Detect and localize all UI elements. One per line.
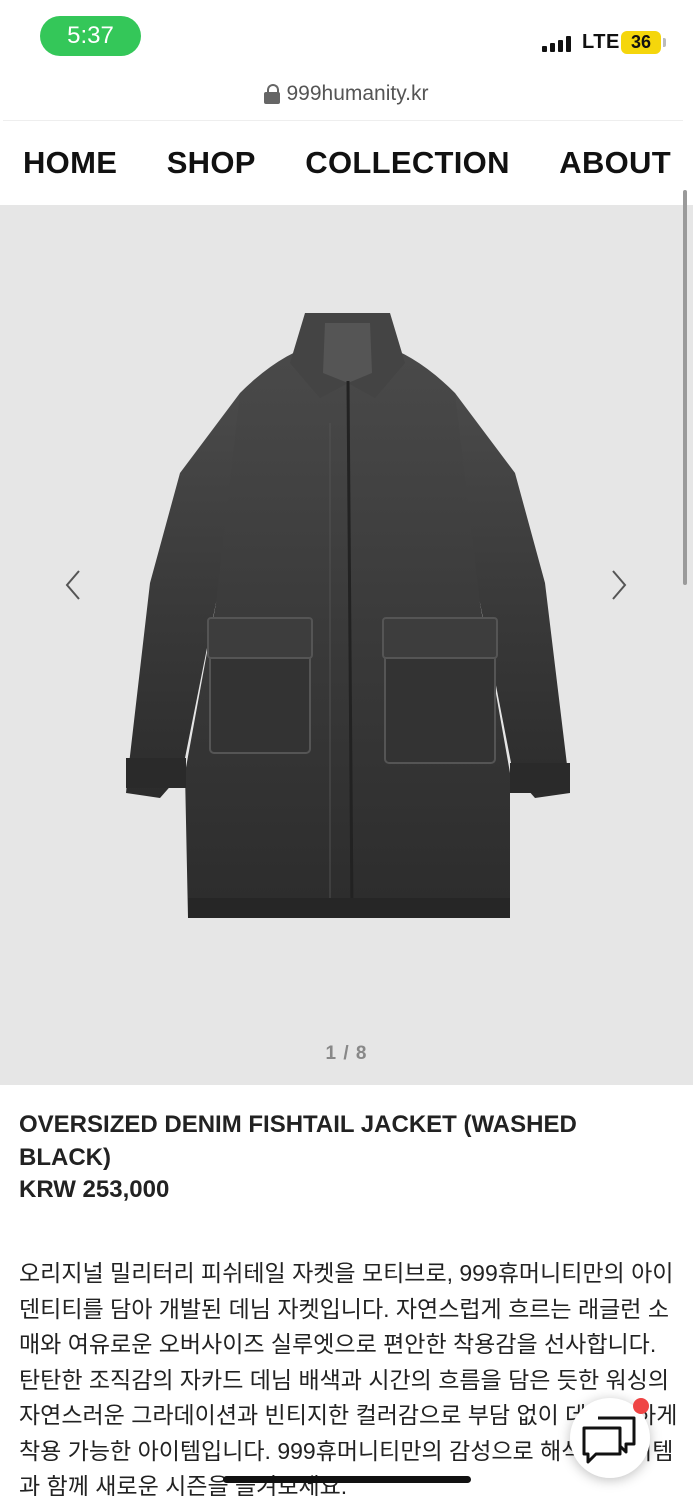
url-text[interactable]: 999humanity.kr (286, 82, 428, 106)
signal-icon (542, 36, 578, 52)
prev-image-button[interactable] (58, 565, 88, 605)
chevron-right-icon (612, 570, 627, 600)
network-label: LTE (582, 31, 620, 53)
product-image (126, 313, 570, 918)
status-time: 5:37 (40, 16, 141, 56)
image-counter: 1 / 8 (325, 1043, 368, 1064)
page-scrollbar[interactable] (683, 190, 687, 585)
lock-icon (264, 84, 281, 104)
nav-about[interactable]: ABOUT (559, 145, 671, 181)
status-bar: 5:37 LTE 36 (0, 0, 693, 74)
battery-icon (663, 38, 666, 47)
main-nav: HOME SHOP COLLECTION ABOUT (3, 120, 683, 205)
product-price: KRW 253,000 (19, 1176, 170, 1203)
battery-level: 36 (621, 31, 661, 54)
product-title: OVERSIZED DENIM FISHTAIL JACKET (WASHED … (19, 1111, 577, 1171)
nav-home[interactable]: HOME (23, 145, 117, 181)
product-gallery[interactable]: 1 / 8 (0, 205, 693, 1085)
next-image-button[interactable] (604, 565, 634, 605)
nav-shop[interactable]: SHOP (167, 145, 256, 181)
chat-bubbles-icon (582, 1416, 636, 1464)
chevron-left-icon (65, 570, 80, 600)
nav-collection[interactable]: COLLECTION (305, 145, 510, 181)
home-indicator (223, 1476, 471, 1483)
chat-notification-badge (633, 1398, 649, 1414)
url-bar[interactable]: 999humanity.kr (0, 74, 693, 120)
